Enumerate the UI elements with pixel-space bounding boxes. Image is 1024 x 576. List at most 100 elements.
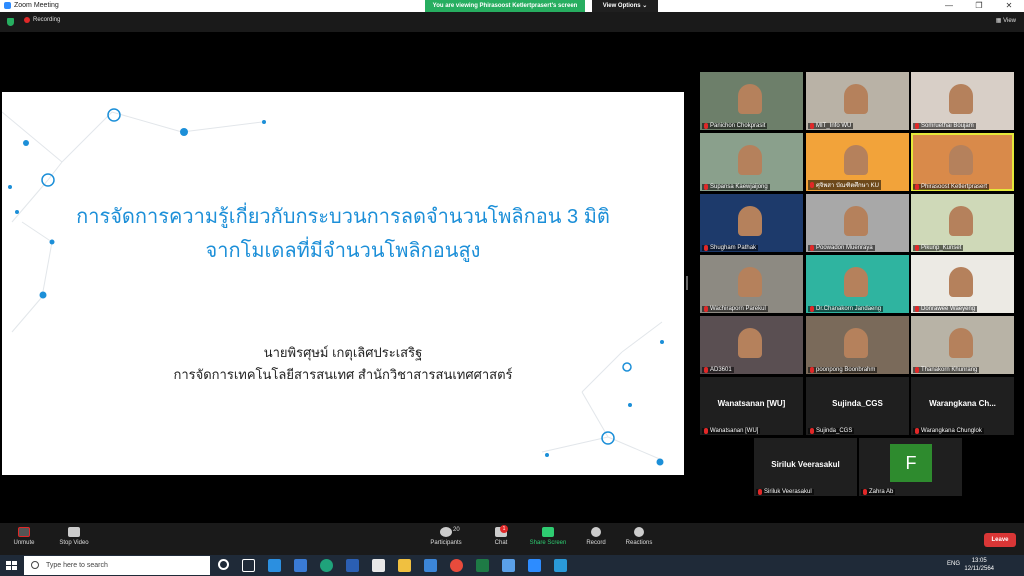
maximize-button[interactable]: ❐ [964,0,994,12]
participant-name-label: Thanakorn Khunrang [921,367,978,373]
taskbar-clock[interactable]: 13:05 12/11/2564 [964,557,994,573]
video-tile[interactable]: Dr.Chanakorn Jandaeng [806,255,909,313]
video-tile[interactable]: Pikunp_Kunset [911,194,1014,252]
participant-name-label: ศุจิพสา บัณฑิตศึกษา KU [816,183,879,189]
leave-button[interactable]: Leave [984,533,1016,547]
task-view-icon[interactable] [242,559,255,572]
app-icon[interactable] [554,559,567,572]
participants-button[interactable]: Participants 20 [426,527,466,546]
participant-video [949,328,973,358]
participant-name: AD3601 [702,367,734,373]
view-button[interactable]: ▦ View [996,17,1016,24]
participant-name-label: Zahra Ab [869,489,894,495]
slide-author: นายพิรศุษม์ เกตุเลิศประเสริฐ การจัดการเท… [2,342,684,386]
close-button[interactable]: ✕ [994,0,1024,12]
recording-label: Recording [33,17,61,23]
store-icon[interactable] [372,559,385,572]
mic-muted-icon [704,367,708,373]
participant-name-label: Siriluk Veerasakul [764,489,812,495]
edge-legacy-icon[interactable] [268,559,281,572]
participant-video [844,206,868,236]
participant-name-label: Warangkana Chunglok [921,428,982,434]
chrome-icon[interactable] [450,559,463,572]
participant-name: Sujinda_CGS [808,428,855,434]
taskbar-search-input[interactable]: Type here to search [24,556,210,575]
network-decoration [2,108,664,466]
stop-video-button[interactable]: Stop Video [56,527,92,546]
video-tile[interactable]: AD3601 [700,316,803,374]
unmute-label: Unmute [13,540,35,546]
participant-name-label: Phirasoost Ketlertprasert [921,184,988,190]
name-only-tile[interactable]: Siriluk Veerasakul Siriluk Veerasakul [754,438,857,496]
video-tile[interactable]: Supansa Kaewjaijong [700,133,803,191]
participant-name: Supansa Kaewjaijong [702,184,770,190]
video-tile[interactable]: Wachiraporn Parekul [700,255,803,313]
video-tile[interactable]: Shugham Pathak [700,194,803,252]
split-handle[interactable] [686,276,688,290]
participant-display-name: Warangkana Ch... [929,399,996,408]
participant-display-name: Wanatsanan [WU] [717,399,786,408]
participant-name: Zahra Ab [861,489,896,495]
video-tile[interactable]: MIT_Info WU [806,72,909,130]
clock-time: 13:05 [971,558,987,564]
participant-name: Somruethai Boujam [913,123,976,129]
video-tile[interactable]: poonpong Boonbrahm [806,316,909,374]
mic-muted-icon [915,306,919,312]
app-icon[interactable] [502,559,515,572]
clock-date: 12/11/2564 [964,566,994,572]
recording-indicator[interactable]: Recording [24,17,60,23]
participant-name-label: MIT_Info WU [816,123,852,129]
participant-name-label: Supansa Kaewjaijong [710,184,768,190]
participant-name-label: Wachiraporn Parekul [710,306,766,312]
mic-muted-icon [915,428,919,434]
name-only-tile[interactable]: Wanatsanan [WU] Wanatsanan [WU] [700,377,803,435]
mic-muted-icon [915,184,919,190]
app-icon[interactable] [424,559,437,572]
video-tile[interactable]: Poowadon Muenraya [806,194,909,252]
word-icon[interactable] [346,559,359,572]
participants-icon [440,527,452,537]
cortana-icon[interactable] [218,559,229,570]
video-tile[interactable]: ศุจิพสา บัณฑิตศึกษา KU [806,133,909,191]
name-only-tile[interactable]: Warangkana Ch... Warangkana Chunglok [911,377,1014,435]
zoom-taskbar-icon[interactable] [528,559,541,572]
windows-start-icon[interactable] [0,555,22,576]
shield-icon[interactable] [7,18,14,26]
participant-display-name: Siriluk Veerasakul [771,460,840,469]
avatar-tile[interactable]: F Zahra Ab [859,438,962,496]
name-only-tile[interactable]: Sujinda_CGS Sujinda_CGS [806,377,909,435]
video-camera-icon [68,527,80,537]
view-options-button[interactable]: View Options ⌄ [592,0,658,12]
participant-name: poonpong Boonbrahm [808,367,878,373]
chat-button[interactable]: 1 Chat [490,525,512,546]
file-explorer-icon[interactable] [398,559,411,572]
mic-muted-icon [18,527,30,537]
slide-title-line-1: การจัดการความรู้เกี่ยวกับกระบวนการลดจำนว… [76,206,610,228]
participant-name: Siriluk Veerasakul [756,489,814,495]
share-banner: You are viewing Phirasoost Ketlertpraser… [425,0,585,12]
participant-video [738,328,762,358]
participant-name: Phirasoost Ketlertprasert [913,184,990,190]
excel-icon[interactable] [476,559,489,572]
slide-title-line-2: จากโมเดลที่มีจำนวนโพลิกอนสูง [205,240,481,262]
minimize-button[interactable]: — [934,0,964,12]
video-tile[interactable]: Donrawee Waeyeng [911,255,1014,313]
participant-name: Warangkana Chunglok [913,428,984,434]
video-tile[interactable]: Panichon Chokprasit [700,72,803,130]
edge-icon[interactable] [320,559,333,572]
mic-muted-icon [810,428,814,434]
unmute-button[interactable]: Unmute [10,527,38,546]
video-tile[interactable]: Somruethai Boujam [911,72,1014,130]
video-tile[interactable]: Thanakorn Khunrang [911,316,1014,374]
share-screen-button[interactable]: Share Screen [528,527,568,546]
participants-label: Participants [430,540,462,546]
mic-muted-icon [704,306,708,312]
language-indicator[interactable]: ENG [947,561,960,567]
chat-badge: 1 [500,525,508,533]
participant-video [738,145,762,175]
video-tile[interactable]: Phirasoost Ketlertprasert [911,133,1014,191]
record-button[interactable]: Record [584,527,608,546]
participant-name: Poowadon Muenraya [808,245,875,251]
reactions-button[interactable]: Reactions [624,527,654,546]
mail-icon[interactable] [294,559,307,572]
